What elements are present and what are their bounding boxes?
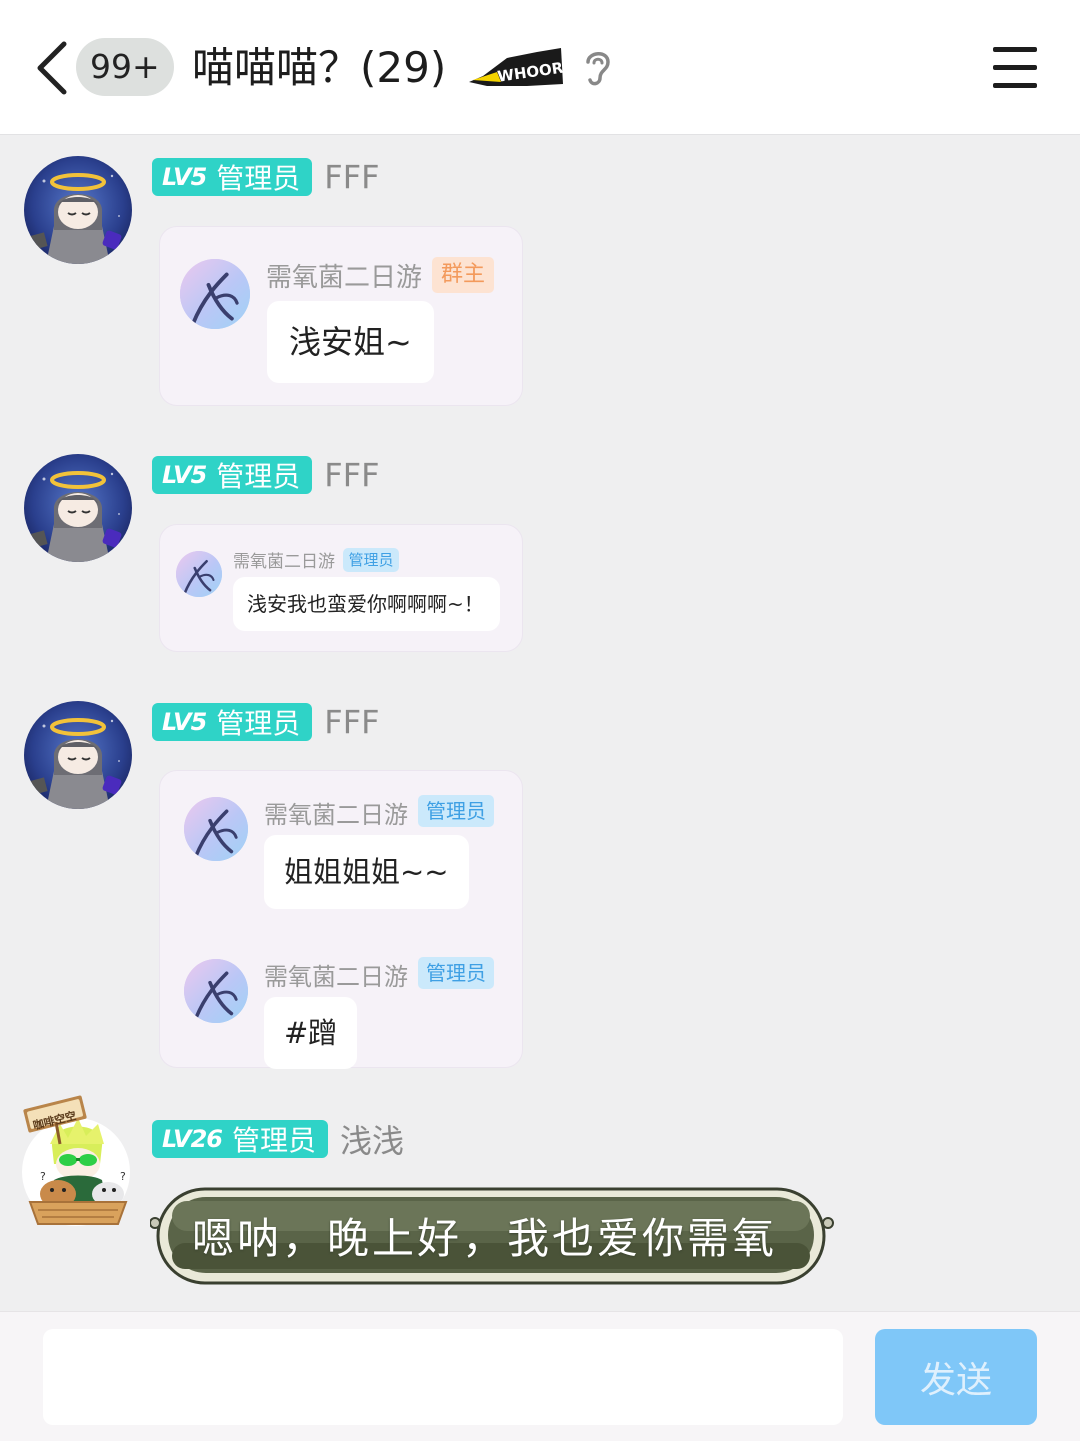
forwarded-message-text: 浅安我也蛮爱你啊啊啊~！ [233,577,500,631]
back-arrow-icon[interactable] [30,38,74,98]
forwarded-sender-name: 需氧菌二日游 [266,263,423,293]
svg-text:?: ? [120,1170,126,1183]
forwarded-message-card[interactable]: 需氧菌二日游 管理员 浅安我也蛮爱你啊啊啊~！ [159,524,523,652]
admin-tag: 管理员 [343,548,399,572]
unread-count-badge[interactable]: 99+ [76,38,174,96]
forwarded-sender-name: 需氧菌二日游 [233,552,335,572]
message-text: 嗯呐，晚上好，我也爱你需氧 [192,1214,778,1263]
group-title: 喵喵喵？(29) [192,43,447,92]
message-input[interactable] [43,1329,843,1425]
send-button[interactable]: 发送 [875,1329,1037,1425]
forwarded-sender-name: 需氧菌二日游 [264,963,408,991]
user-avatar-fff[interactable] [24,454,132,562]
menu-icon[interactable] [990,44,1040,90]
sender-nickname: FFF [324,158,380,196]
forwarded-sender-name: 需氧菌二日游 [264,801,408,829]
forwarded-sender-avatar [176,551,222,597]
sender-line: LV5 管理员 FFF [152,703,380,741]
forwarded-sender-avatar [180,259,250,329]
level-role-badge: LV5 管理员 [152,158,313,196]
sender-line: LV5 管理员 FFF [152,158,380,196]
composer-bar: 发送 [0,1311,1080,1441]
user-avatar-fff[interactable] [24,701,132,809]
svg-text:?: ? [40,1170,46,1183]
listen-mode-icon[interactable] [580,46,616,90]
forwarded-message-card[interactable]: 需氧菌二日游 群主 浅安姐~ [159,226,523,406]
user-avatar-qianqian[interactable]: 咖啡空空 ? ? [20,1094,136,1234]
forwarded-sender-avatar [184,797,248,861]
admin-tag: 管理员 [418,957,494,989]
level-role-badge: LV5 管理员 [152,703,313,741]
owner-tag: 群主 [432,257,494,293]
chat-header: 99+ 喵喵喵？(29) WHOORAY [0,0,1080,135]
admin-tag: 管理员 [418,795,494,827]
sender-line: LV26 管理员 浅浅 [152,1120,404,1160]
group-logo-sticker: WHOORAY [469,48,565,86]
level-role-badge: LV5 管理员 [152,456,313,494]
sender-nickname: FFF [324,703,380,741]
sender-line: LV5 管理员 FFF [152,456,380,494]
forwarded-message-card[interactable]: 需氧菌二日游 管理员 姐姐姐姐~~ 需氧菌二日游 管理员 #蹭 [159,770,523,1069]
sender-nickname: FFF [324,456,380,494]
forwarded-sender-avatar [184,959,248,1023]
level-role-badge: LV26 管理员 [152,1120,328,1158]
forwarded-message-text: 姐姐姐姐~~ [264,835,469,909]
forwarded-message-text: #蹭 [264,997,358,1069]
forwarded-message-text: 浅安姐~ [267,301,434,383]
sender-nickname: 浅浅 [339,1122,404,1160]
user-avatar-fff[interactable] [24,156,132,264]
